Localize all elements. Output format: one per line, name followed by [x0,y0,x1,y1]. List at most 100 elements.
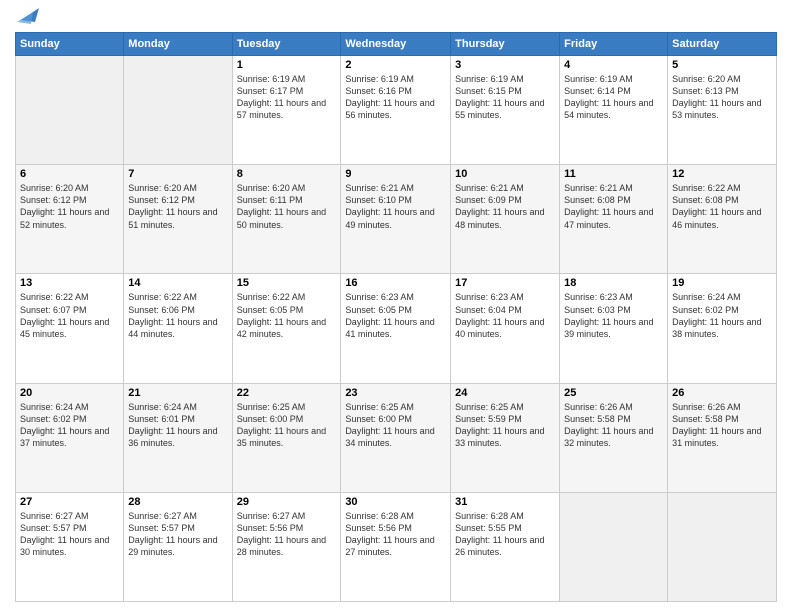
calendar-cell: 28Sunrise: 6:27 AM Sunset: 5:57 PM Dayli… [124,492,232,601]
calendar-cell: 8Sunrise: 6:20 AM Sunset: 6:11 PM Daylig… [232,165,341,274]
day-info: Sunrise: 6:23 AM Sunset: 6:05 PM Dayligh… [345,291,446,340]
day-number: 25 [564,387,663,399]
calendar-header-saturday: Saturday [668,33,777,56]
day-number: 11 [564,168,663,180]
calendar-cell: 15 Sunrise: 6:22 AM Sunset: 6:05 PM Dayli… [232,274,341,383]
page: SundayMondayTuesdayWednesdayThursdayFrid… [0,0,792,612]
day-info: Sunrise: 6:20 AM Sunset: 6:12 PM Dayligh… [128,182,227,231]
day-info: Sunrise: 6:25 AM Sunset: 6:00 PM Dayligh… [237,401,337,450]
day-info: Sunrise: 6:19 AM Sunset: 6:16 PM Dayligh… [345,73,446,122]
calendar-cell: 5 Sunrise: 6:20 AM Sunset: 6:13 PM Daylig… [668,56,777,165]
calendar-header-sunday: Sunday [16,33,124,56]
day-info: Sunrise: 6:25 AM Sunset: 5:59 PM Dayligh… [455,401,555,450]
calendar-cell: 16 Sunrise: 6:23 AM Sunset: 6:05 PM Dayli… [341,274,451,383]
day-info: Sunrise: 6:19 AM Sunset: 6:15 PM Dayligh… [455,73,555,122]
calendar-cell: 25 Sunrise: 6:26 AM Sunset: 5:58 PM Dayli… [560,383,668,492]
day-number: 24 [455,387,555,399]
day-number: 18 [564,277,663,289]
calendar-cell: 27 Sunrise: 6:27 AM Sunset: 5:57 PM Dayli… [16,492,124,601]
day-info: Sunrise: 6:21 AM Sunset: 6:10 PM Dayligh… [345,182,446,231]
calendar-week-3: 13 Sunrise: 6:22 AM Sunset: 6:07 PM Dayli… [16,274,777,383]
day-info: Sunrise: 6:19 AM Sunset: 6:14 PM Dayligh… [564,73,663,122]
day-info: Sunrise: 6:26 AM Sunset: 5:58 PM Dayligh… [564,401,663,450]
calendar-header-thursday: Thursday [451,33,560,56]
day-number: 28 [128,496,227,508]
day-info: Sunrise: 6:24 AM Sunset: 6:02 PM Dayligh… [672,291,772,340]
day-info: Sunrise: 6:22 AM Sunset: 6:06 PM Dayligh… [128,291,227,340]
day-number: 19 [672,277,772,289]
day-number: 6 [20,168,119,180]
day-number: 26 [672,387,772,399]
calendar-cell [560,492,668,601]
logo [15,10,39,24]
day-number: 27 [20,496,119,508]
day-number: 14 [128,277,227,289]
calendar-cell: 11 Sunrise: 6:21 AM Sunset: 6:08 PM Dayli… [560,165,668,274]
calendar-week-1: 1Sunrise: 6:19 AM Sunset: 6:17 PM Daylig… [16,56,777,165]
day-number: 31 [455,496,555,508]
day-number: 29 [237,496,337,508]
calendar-cell: 3 Sunrise: 6:19 AM Sunset: 6:15 PM Daylig… [451,56,560,165]
day-number: 7 [128,168,227,180]
day-number: 4 [564,59,663,71]
calendar-table: SundayMondayTuesdayWednesdayThursdayFrid… [15,32,777,602]
day-number: 30 [345,496,446,508]
calendar-cell: 31 Sunrise: 6:28 AM Sunset: 5:55 PM Dayli… [451,492,560,601]
calendar-cell: 12Sunrise: 6:22 AM Sunset: 6:08 PM Dayli… [668,165,777,274]
calendar-cell: 22 Sunrise: 6:25 AM Sunset: 6:00 PM Dayli… [232,383,341,492]
calendar-cell: 6 Sunrise: 6:20 AM Sunset: 6:12 PM Daylig… [16,165,124,274]
day-number: 21 [128,387,227,399]
day-info: Sunrise: 6:20 AM Sunset: 6:12 PM Dayligh… [20,182,119,231]
day-info: Sunrise: 6:21 AM Sunset: 6:09 PM Dayligh… [455,182,555,231]
calendar-cell: 2Sunrise: 6:19 AM Sunset: 6:16 PM Daylig… [341,56,451,165]
day-info: Sunrise: 6:19 AM Sunset: 6:17 PM Dayligh… [237,73,337,122]
calendar-header-row: SundayMondayTuesdayWednesdayThursdayFrid… [16,33,777,56]
calendar-cell: 21Sunrise: 6:24 AM Sunset: 6:01 PM Dayli… [124,383,232,492]
calendar-cell: 30 Sunrise: 6:28 AM Sunset: 5:56 PM Dayli… [341,492,451,601]
day-info: Sunrise: 6:23 AM Sunset: 6:04 PM Dayligh… [455,291,555,340]
day-info: Sunrise: 6:26 AM Sunset: 5:58 PM Dayligh… [672,401,772,450]
calendar-cell [16,56,124,165]
calendar-week-4: 20Sunrise: 6:24 AM Sunset: 6:02 PM Dayli… [16,383,777,492]
calendar-cell: 14 Sunrise: 6:22 AM Sunset: 6:06 PM Dayli… [124,274,232,383]
day-number: 22 [237,387,337,399]
calendar-cell: 7 Sunrise: 6:20 AM Sunset: 6:12 PM Daylig… [124,165,232,274]
calendar-header-tuesday: Tuesday [232,33,341,56]
day-info: Sunrise: 6:25 AM Sunset: 6:00 PM Dayligh… [345,401,446,450]
day-number: 15 [237,277,337,289]
calendar-cell: 29 Sunrise: 6:27 AM Sunset: 5:56 PM Dayli… [232,492,341,601]
day-info: Sunrise: 6:22 AM Sunset: 6:07 PM Dayligh… [20,291,119,340]
day-number: 13 [20,277,119,289]
calendar-week-2: 6 Sunrise: 6:20 AM Sunset: 6:12 PM Daylig… [16,165,777,274]
calendar-cell: 9Sunrise: 6:21 AM Sunset: 6:10 PM Daylig… [341,165,451,274]
day-number: 12 [672,168,772,180]
day-number: 10 [455,168,555,180]
calendar-cell: 19 Sunrise: 6:24 AM Sunset: 6:02 PM Dayli… [668,274,777,383]
day-number: 23 [345,387,446,399]
day-info: Sunrise: 6:27 AM Sunset: 5:57 PM Dayligh… [20,510,119,559]
calendar-cell [668,492,777,601]
day-info: Sunrise: 6:28 AM Sunset: 5:56 PM Dayligh… [345,510,446,559]
calendar-cell: 10 Sunrise: 6:21 AM Sunset: 6:09 PM Dayli… [451,165,560,274]
calendar-cell: 1Sunrise: 6:19 AM Sunset: 6:17 PM Daylig… [232,56,341,165]
day-number: 16 [345,277,446,289]
day-number: 17 [455,277,555,289]
calendar-header-friday: Friday [560,33,668,56]
calendar-cell [124,56,232,165]
day-number: 8 [237,168,337,180]
day-number: 5 [672,59,772,71]
calendar-cell: 4 Sunrise: 6:19 AM Sunset: 6:14 PM Daylig… [560,56,668,165]
day-info: Sunrise: 6:22 AM Sunset: 6:05 PM Dayligh… [237,291,337,340]
calendar-cell: 23 Sunrise: 6:25 AM Sunset: 6:00 PM Dayli… [341,383,451,492]
day-info: Sunrise: 6:23 AM Sunset: 6:03 PM Dayligh… [564,291,663,340]
calendar-header-monday: Monday [124,33,232,56]
logo-wing-icon [17,6,39,24]
day-number: 3 [455,59,555,71]
day-info: Sunrise: 6:27 AM Sunset: 5:56 PM Dayligh… [237,510,337,559]
day-info: Sunrise: 6:21 AM Sunset: 6:08 PM Dayligh… [564,182,663,231]
day-info: Sunrise: 6:20 AM Sunset: 6:13 PM Dayligh… [672,73,772,122]
day-info: Sunrise: 6:28 AM Sunset: 5:55 PM Dayligh… [455,510,555,559]
calendar-cell: 17 Sunrise: 6:23 AM Sunset: 6:04 PM Dayli… [451,274,560,383]
calendar-header-wednesday: Wednesday [341,33,451,56]
calendar-cell: 20Sunrise: 6:24 AM Sunset: 6:02 PM Dayli… [16,383,124,492]
